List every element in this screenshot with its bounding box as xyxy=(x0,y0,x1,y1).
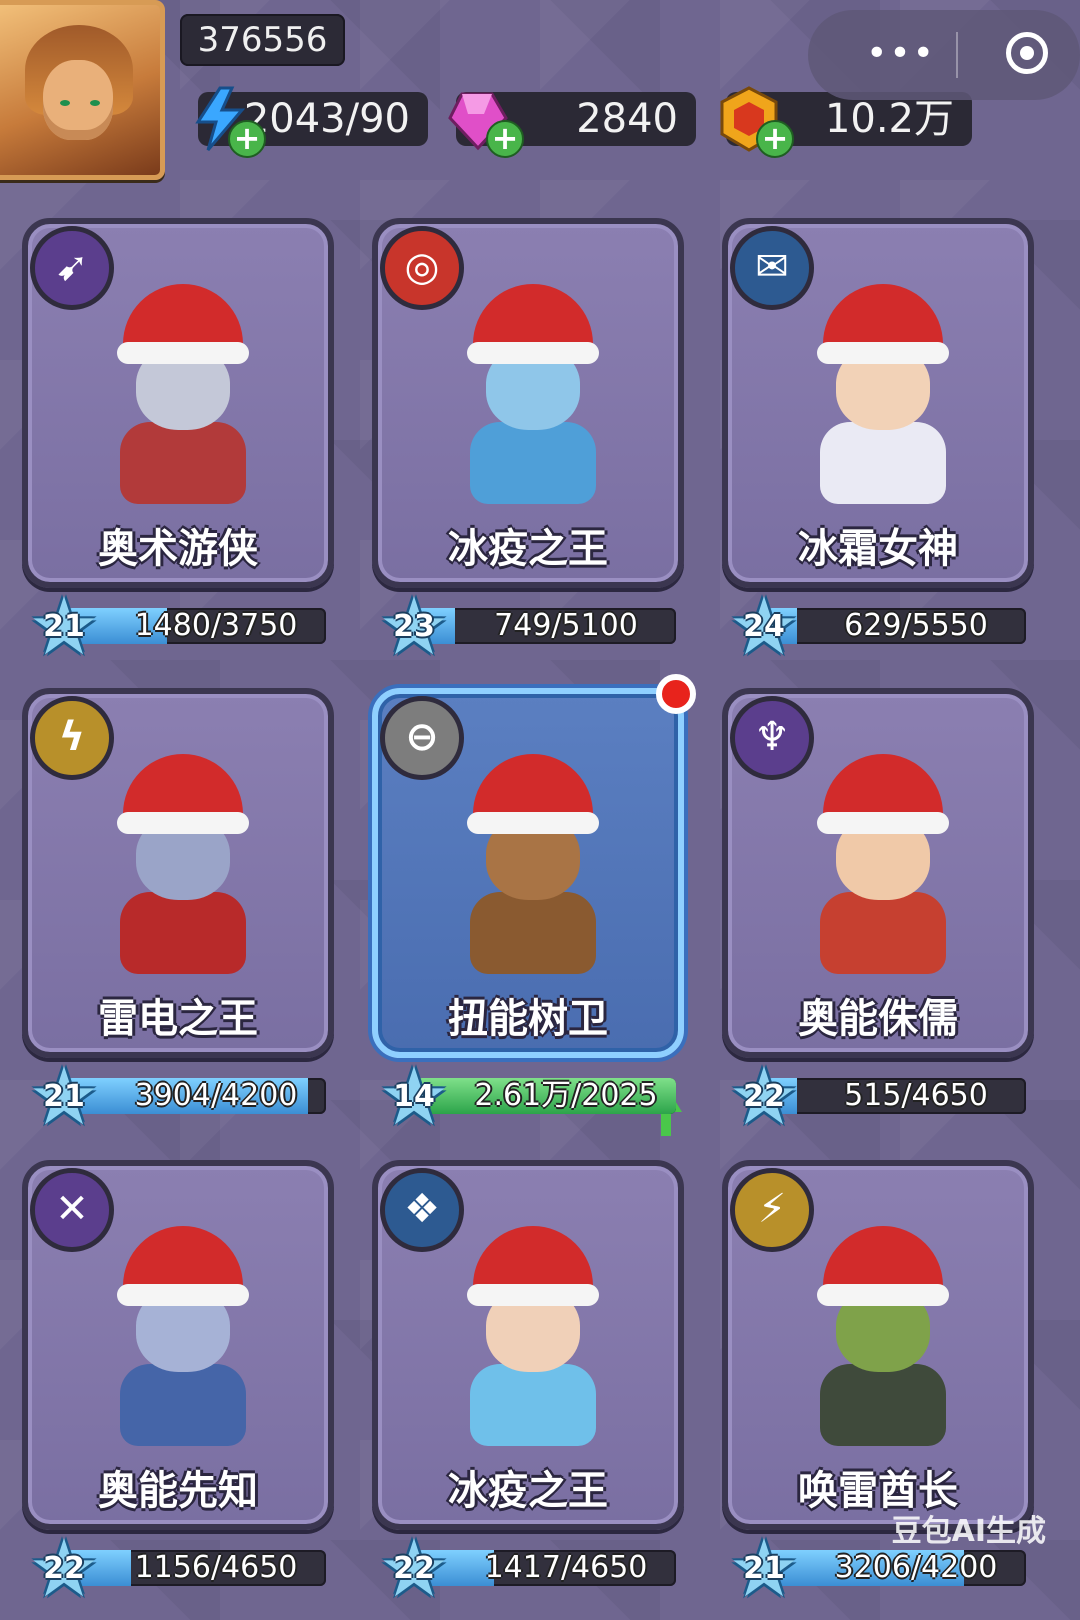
hero-name: 冰霜女神 xyxy=(798,526,958,572)
hero-name: 扭能树卫 xyxy=(448,996,608,1042)
hero-level-row: 1156/4650 ★ 22 xyxy=(26,1529,326,1609)
hero-hat xyxy=(117,754,249,834)
hero-hat xyxy=(467,1226,599,1306)
hero-name: 雷电之王 xyxy=(98,996,258,1042)
hero-body xyxy=(820,892,946,974)
hero-level: 22 xyxy=(43,1551,85,1586)
hero-level-row: 515/4650 ★ 22 xyxy=(726,1057,1026,1137)
shard-progress-bar: 1156/4650 xyxy=(66,1550,326,1586)
hero-level: 21 xyxy=(743,1551,785,1586)
shard-progress-bar: 629/5550 xyxy=(766,608,1026,644)
watermark: 豆包AI生成 xyxy=(891,1514,1046,1549)
hero-hat xyxy=(467,284,599,364)
hero-body xyxy=(470,892,596,974)
shard-progress-text: 1417/4650 xyxy=(484,1550,648,1585)
hero-hat xyxy=(117,1226,249,1306)
hero-body xyxy=(120,422,246,504)
shard-progress-bar: 515/4650 xyxy=(766,1078,1026,1114)
hero-card[interactable]: ϟ 雷电之王 xyxy=(22,688,334,1058)
hero-name: 冰疫之王 xyxy=(448,526,608,572)
hero-hat xyxy=(817,1226,949,1306)
hero-level: 22 xyxy=(393,1551,435,1586)
notification-dot xyxy=(656,674,696,714)
shard-progress-text: 2.61万/2025 xyxy=(474,1078,658,1113)
hero-hat xyxy=(817,284,949,364)
hero-body xyxy=(820,1364,946,1446)
hero-level-row: 2.61万/2025 ★ 14 xyxy=(376,1057,676,1137)
hero-level-row: 629/5550 ★ 24 xyxy=(726,587,1026,667)
shard-progress-text: 749/5100 xyxy=(494,608,638,643)
hero-card[interactable]: ✉ 冰霜女神 xyxy=(722,218,1034,588)
hero-body xyxy=(470,1364,596,1446)
hero-portrait xyxy=(98,284,268,504)
hero-name: 冰疫之王 xyxy=(448,1468,608,1514)
hero-hat xyxy=(467,754,599,834)
hero-portrait xyxy=(798,1226,968,1446)
hero-body xyxy=(820,422,946,504)
hero-level-row: 3206/4200 ★ 21 xyxy=(726,1529,1026,1609)
hero-level: 24 xyxy=(743,609,785,644)
hero-hat xyxy=(817,754,949,834)
hero-card[interactable]: ◎ 冰疫之王 xyxy=(372,218,684,588)
hero-card[interactable]: ⚡ 唤雷酋长 xyxy=(722,1160,1034,1530)
shard-progress-text: 629/5550 xyxy=(844,608,988,643)
hero-portrait xyxy=(98,1226,268,1446)
hero-name: 奥能先知 xyxy=(98,1468,258,1514)
hero-level-row: 1480/3750 ★ 21 xyxy=(26,587,326,667)
hero-body xyxy=(120,1364,246,1446)
hero-level-row: 3904/4200 ★ 21 xyxy=(26,1057,326,1137)
shard-progress-text: 1480/3750 xyxy=(134,608,298,643)
hero-level-row: 749/5100 ★ 23 xyxy=(376,587,676,667)
hero-card[interactable]: ⊖ 扭能树卫 xyxy=(372,674,696,1136)
hero-grid: ➹ 奥术游侠 1480/3750 ★ 21 ◎ 冰疫之王 749/5100 ★ 23 ✉ 冰霜女神 62… xyxy=(0,0,1080,1620)
shard-progress-bar: 749/5100 xyxy=(416,608,676,644)
hero-name: 奥术游侠 xyxy=(98,526,258,572)
hero-name: 奥能侏儒 xyxy=(798,996,958,1042)
shard-progress-bar: 3904/4200 xyxy=(66,1078,326,1114)
hero-card[interactable]: ➹ 奥术游侠 xyxy=(22,218,334,588)
hero-body xyxy=(470,422,596,504)
hero-body xyxy=(120,892,246,974)
hero-portrait xyxy=(448,754,618,974)
shard-progress-bar: 2.61万/2025 xyxy=(416,1078,676,1114)
shard-progress-text: 3206/4200 xyxy=(834,1550,998,1585)
shard-progress-text: 3904/4200 xyxy=(134,1078,298,1113)
hero-level-row: 1417/4650 ★ 22 xyxy=(376,1529,676,1609)
shard-progress-bar: 3206/4200 xyxy=(766,1550,1026,1586)
hero-card[interactable]: ♆ 奥能侏儒 xyxy=(722,688,1034,1058)
hero-card[interactable]: ✕ 奥能先知 xyxy=(22,1160,334,1530)
hero-card[interactable]: ❖ 冰疫之王 xyxy=(372,1160,684,1530)
hero-hat xyxy=(117,284,249,364)
hero-level: 23 xyxy=(393,609,435,644)
hero-level: 22 xyxy=(743,1079,785,1114)
hero-portrait xyxy=(448,1226,618,1446)
hero-level: 14 xyxy=(393,1079,435,1114)
shard-progress-text: 515/4650 xyxy=(844,1078,988,1113)
hero-portrait xyxy=(98,754,268,974)
hero-portrait xyxy=(448,284,618,504)
shard-progress-bar: 1417/4650 xyxy=(416,1550,676,1586)
shard-progress-text: 1156/4650 xyxy=(134,1550,298,1585)
shard-progress-bar: 1480/3750 xyxy=(66,608,326,644)
hero-level: 21 xyxy=(43,1079,85,1114)
hero-portrait xyxy=(798,284,968,504)
hero-portrait xyxy=(798,754,968,974)
hero-level: 21 xyxy=(43,609,85,644)
